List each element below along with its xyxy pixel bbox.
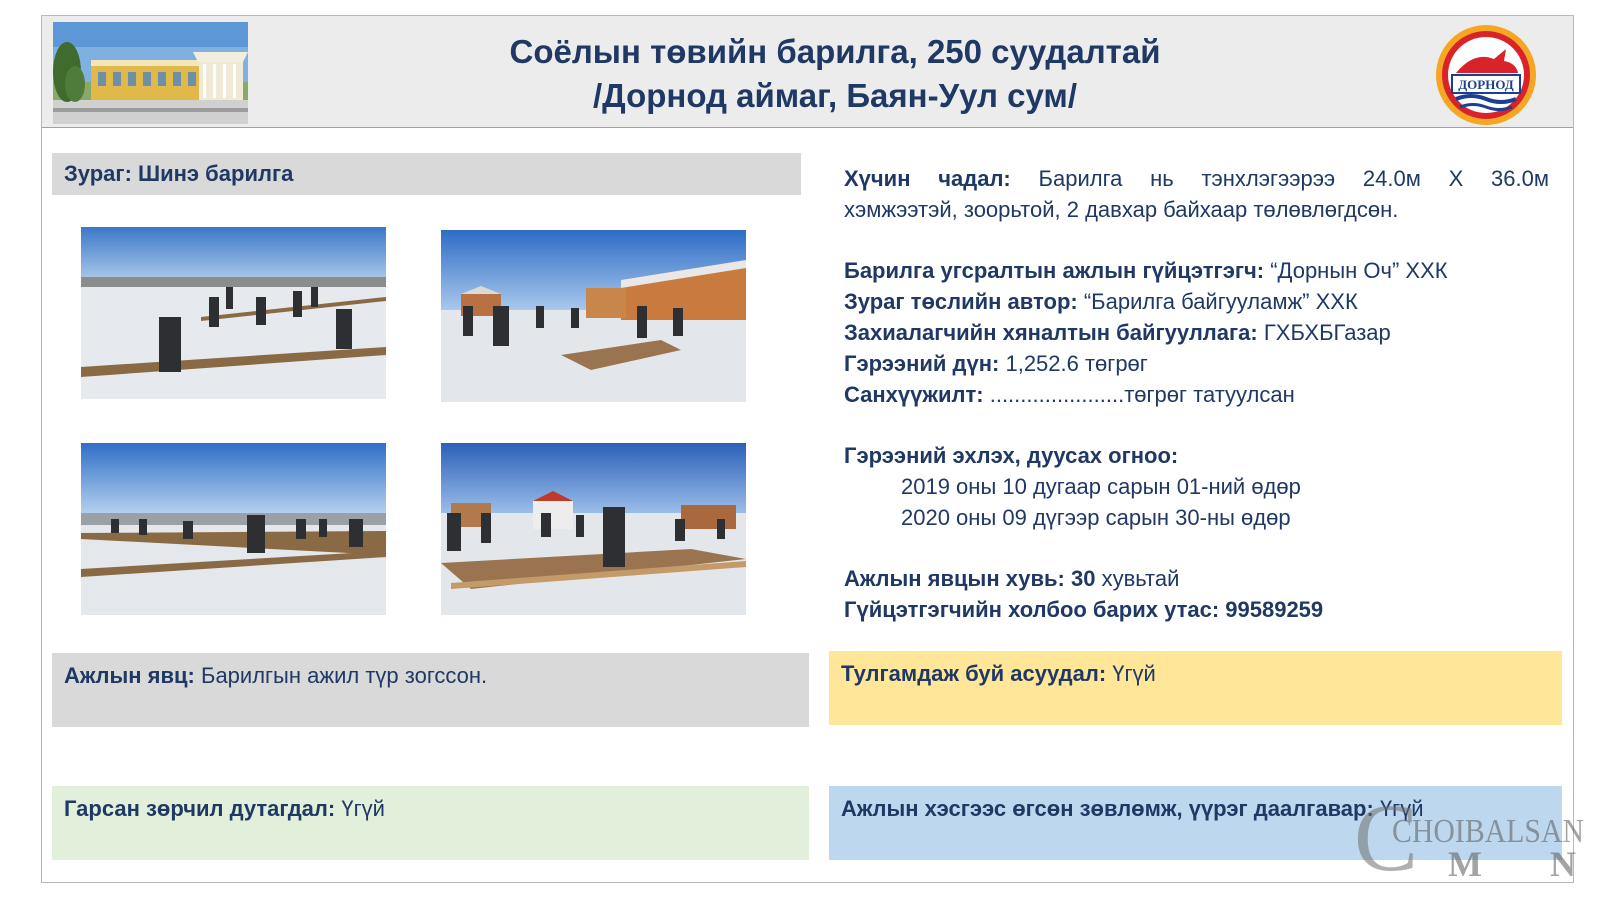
construction-photo-1	[81, 227, 386, 399]
violations-label: Гарсан зөрчил дутагдал:	[64, 796, 336, 821]
work-progress-label: Ажлын явц:	[64, 663, 195, 688]
violations-box: Гарсан зөрчил дутагдал: Үгүй	[52, 786, 809, 860]
progress-percent-row: Ажлын явцын хувь: 30 хувьтай	[844, 563, 1549, 594]
supervisor-row: Захиалагчийн хяналтын байгууллага: ГХБХБ…	[844, 317, 1549, 348]
date-start: 2019 оны 10 дугаар сарын 01-ний өдөр	[901, 474, 1301, 499]
contract-amount-value: 1,252.6 төгрөг	[1005, 351, 1148, 376]
svg-text:ДОРНОД: ДОРНОД	[1458, 77, 1514, 92]
funding-value: ......................төгрөг татуулсан	[989, 382, 1295, 407]
contractor-phone-value: 99589259	[1225, 597, 1324, 622]
construction-photo-2	[441, 230, 746, 402]
construction-photo-3	[81, 443, 386, 615]
pressing-issue-box: Тулгамдаж буй асуудал: Үгүй	[829, 651, 1562, 725]
contractor-row: Барилга угсралтын ажлын гүйцэтгэгч: “Дор…	[844, 255, 1549, 286]
funding-label: Санхүүжилт:	[844, 382, 984, 407]
contractor-phone-label: Гүйцэтгэгчийн холбоо барих утас:	[844, 597, 1220, 622]
supervisor-label: Захиалагчийн хяналтын байгууллага:	[844, 320, 1258, 345]
work-progress-text: Барилгын ажил түр зогссон.	[201, 663, 488, 688]
funding-row: Санхүүжилт: ......................төгрөг…	[844, 379, 1549, 410]
progress-percent-suffix: хувьтай	[1101, 566, 1180, 591]
title-line-2: /Дорнод аймаг, Баян-Уул сум/	[593, 77, 1077, 114]
contractor-label: Барилга угсралтын ажлын гүйцэтгэгч:	[844, 258, 1265, 283]
work-progress-box: Ажлын явц: Барилгын ажил түр зогссон.	[52, 653, 809, 727]
title-line-1: Соёлын төвийн барилга, 250 суудалтай	[509, 33, 1161, 70]
dornod-logo: ДОРНОД	[1434, 23, 1538, 127]
page-title: Соёлын төвийн барилга, 250 суудалтай /До…	[300, 30, 1370, 118]
pressing-issue-label: Тулгамдаж буй асуудал:	[841, 661, 1107, 686]
capacity-text-1: Барилга нь тэнхлэгээрээ 24.0м Х 36.0м	[1038, 166, 1549, 191]
date-end: 2020 оны 09 дүгээр сарын 30-ны өдөр	[901, 505, 1291, 530]
contractor-phone-row: Гүйцэтгэгчийн холбоо барих утас: 9958925…	[844, 594, 1549, 625]
building-rendering-image	[53, 22, 248, 124]
designer-label: Зураг төслийн автор:	[844, 289, 1078, 314]
designer-row: Зураг төслийн автор: “Барилга байгууламж…	[844, 286, 1549, 317]
progress-percent-label: Ажлын явцын хувь:	[844, 566, 1065, 591]
progress-percent-value: 30	[1070, 566, 1096, 591]
recommendations-label: Ажлын хэсгээс өгсөн зөвлөмж, үүрэг даалг…	[841, 796, 1374, 821]
photo-section-label: Зураг: Шинэ барилга	[52, 153, 801, 195]
capacity-label: Хүчин чадал:	[844, 166, 1011, 191]
dates-label: Гэрээний эхлэх, дуусах огноо:	[844, 443, 1179, 468]
construction-photo-4	[441, 443, 746, 615]
capacity-line-1: Хүчин чадал: Барилга нь тэнхлэгээрээ 24.…	[844, 163, 1549, 194]
contract-amount-label: Гэрээний дүн:	[844, 351, 1000, 376]
contract-amount-row: Гэрээний дүн: 1,252.6 төгрөг	[844, 348, 1549, 379]
supervisor-value: ГХБХБГазар	[1263, 320, 1391, 345]
contractor-value: “Дорнын Оч” ХХК	[1270, 258, 1448, 283]
capacity-line-2: хэмжээтэй, зоорьтой, 2 давхар байхаар тө…	[844, 197, 1399, 222]
designer-value: “Барилга байгууламж” ХХК	[1083, 289, 1358, 314]
pressing-issue-text: Үгүй	[1112, 661, 1156, 686]
project-info: Хүчин чадал: Барилга нь тэнхлэгээрээ 24.…	[844, 163, 1549, 625]
choibalsan-watermark: C CHOIBALSAN MN	[1352, 784, 1592, 891]
violations-text: Үгүй	[341, 796, 385, 821]
